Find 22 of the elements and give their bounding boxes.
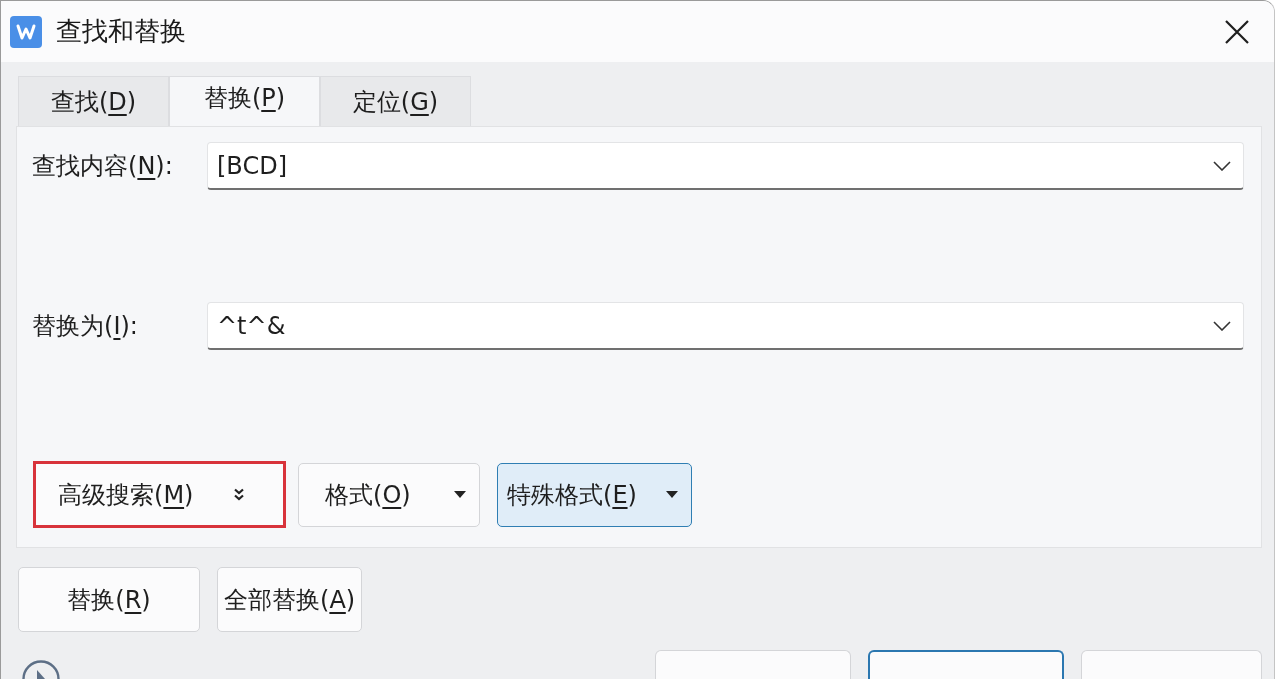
tab[interactable]: 查找(D) [18, 76, 169, 126]
app-logo-icon [10, 15, 42, 48]
dropdown-triangle-icon [666, 491, 678, 498]
option-button[interactable]: 高级搜索(M) [33, 461, 286, 528]
double-chevron-down-icon [233, 488, 245, 501]
field-label: 查找内容(N): [32, 151, 174, 182]
play-circle-icon[interactable] [22, 660, 60, 679]
find-field[interactable]: [BCD] [207, 142, 1244, 190]
tab[interactable]: 定位(G) [320, 76, 471, 126]
field-label: 替换为(I): [32, 311, 139, 342]
dropdown-triangle-icon [454, 491, 466, 498]
close-icon[interactable] [1225, 19, 1249, 44]
action-button[interactable]: 替换(R) [18, 567, 200, 632]
action-button[interactable]: 全部替换(A) [217, 567, 363, 632]
window-title: 查找和替换 [56, 15, 186, 48]
option-button[interactable]: 特殊格式(E) [497, 462, 692, 527]
dialog-button[interactable] [868, 650, 1064, 679]
chevron-down-icon[interactable] [1213, 320, 1231, 331]
replace-field[interactable]: ^t^& [207, 302, 1244, 350]
chevron-down-icon[interactable] [1213, 160, 1231, 171]
tab[interactable]: 替换(P) [169, 76, 320, 126]
option-button[interactable]: 格式(O) [298, 462, 480, 527]
